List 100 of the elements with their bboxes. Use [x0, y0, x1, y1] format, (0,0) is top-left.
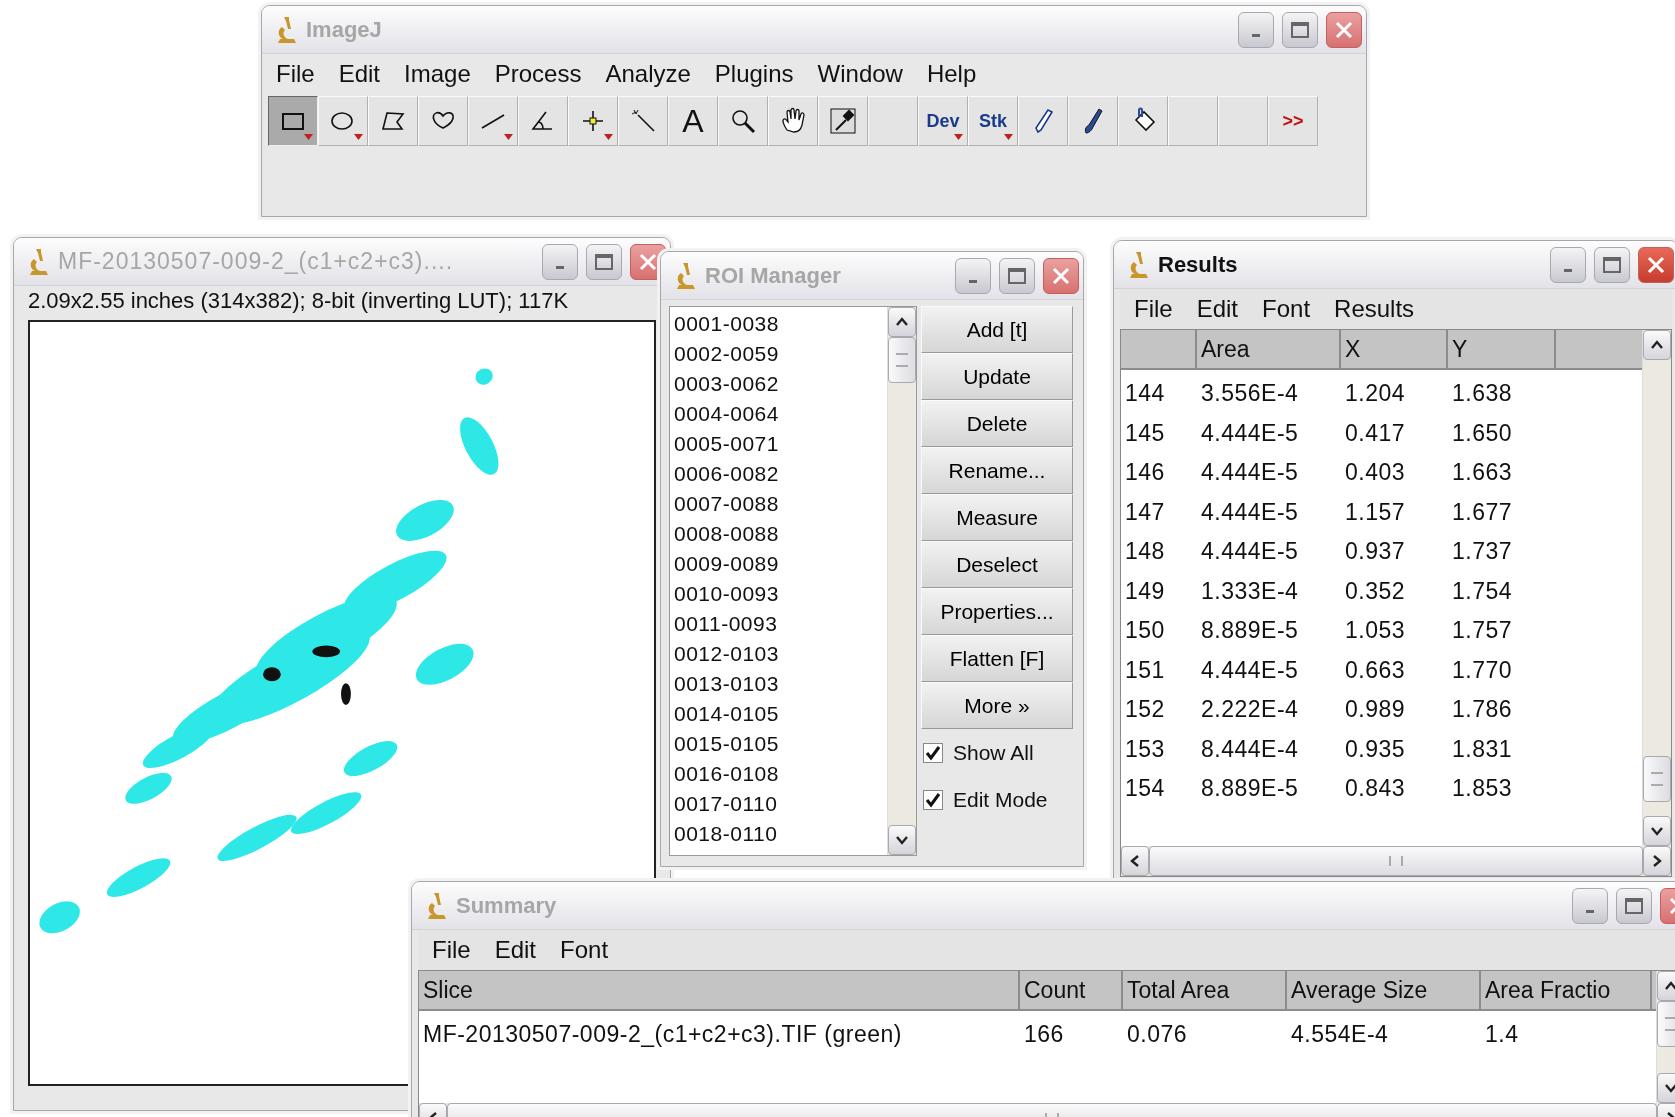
- roi-button[interactable]: Measure: [921, 494, 1073, 541]
- table-cell-text: 150: [1124, 616, 1166, 645]
- list-item[interactable]: 0014-0105: [674, 699, 883, 729]
- table-cell-text: 8.444E-4: [1200, 734, 1300, 764]
- menu-item[interactable]: Edit: [494, 936, 537, 964]
- list-item[interactable]: 0017-0110: [674, 789, 883, 819]
- column-header[interactable]: Y: [1448, 330, 1556, 370]
- menu-item[interactable]: Process: [494, 60, 582, 88]
- scroll-up-button[interactable]: [1643, 330, 1671, 360]
- table-cell-text: 1.663: [1451, 458, 1514, 487]
- roi-button[interactable]: More »: [921, 682, 1073, 729]
- menu-item[interactable]: File: [432, 936, 471, 964]
- table-cell-text: 145: [1124, 418, 1166, 448]
- scrollbar[interactable]: [887, 307, 916, 855]
- table-cell-text: 154: [1124, 774, 1166, 803]
- window-title: ImageJ: [306, 16, 382, 43]
- table-cell-text: 0.403: [1344, 458, 1407, 487]
- tool-button[interactable]: Stk: [968, 96, 1018, 146]
- window-title: Summary: [456, 892, 557, 919]
- list-item[interactable]: 0005-0071: [674, 429, 883, 459]
- list-item[interactable]: 0009-0089: [674, 549, 883, 579]
- list-item[interactable]: 0002-0059: [674, 339, 883, 369]
- column-header[interactable]: Slice: [419, 971, 1020, 1011]
- scroll-down-button[interactable]: [888, 825, 916, 855]
- list-item[interactable]: 0004-0064: [674, 399, 883, 429]
- list-item[interactable]: 0015-0105: [674, 729, 883, 759]
- image-info: 2.09x2.55 inches (314x382); 8-bit (inverting LUT); 117K: [27, 287, 570, 315]
- list-item[interactable]: 0003-0062: [674, 369, 883, 399]
- column-header[interactable]: Count: [1020, 971, 1123, 1011]
- menu-item[interactable]: Image: [404, 60, 471, 88]
- menu-item[interactable]: Edit: [338, 60, 381, 88]
- checkbox[interactable]: [923, 742, 943, 763]
- table-cell-text: 0.076: [1126, 1020, 1189, 1049]
- list-item[interactable]: 0012-0103: [674, 639, 883, 669]
- close-icon: [1647, 255, 1665, 274]
- maximize-button[interactable]: [586, 243, 622, 280]
- roi-button[interactable]: Add [t]: [921, 306, 1073, 353]
- scroll-down-button[interactable]: [1643, 816, 1671, 846]
- scroll-left-button[interactable]: [1121, 846, 1149, 876]
- menu-item[interactable]: File: [1134, 295, 1173, 323]
- checkbox[interactable]: [923, 789, 943, 810]
- roi-button[interactable]: Delete: [921, 400, 1073, 447]
- maximize-button[interactable]: [999, 257, 1035, 294]
- menu-item[interactable]: Edit: [1196, 295, 1239, 323]
- tool-button[interactable]: >>: [1268, 96, 1318, 146]
- table-cell-text: 8.889E-5: [1200, 616, 1300, 645]
- caret-icon: [604, 134, 613, 140]
- menu-item[interactable]: Plugins: [714, 60, 794, 88]
- maximize-button[interactable]: [1594, 246, 1630, 283]
- close-button[interactable]: [1326, 11, 1362, 48]
- table-cell-text: 8.889E-5: [1200, 774, 1300, 803]
- tool-button[interactable]: A: [668, 96, 718, 146]
- list-item[interactable]: 0018-0110: [674, 819, 883, 849]
- menu-item[interactable]: Analyze: [605, 60, 691, 88]
- list-item[interactable]: 0006-0082: [674, 459, 883, 489]
- roi-button[interactable]: Flatten [F]: [921, 635, 1073, 682]
- table-cell-text: 0.989: [1344, 695, 1407, 724]
- close-button[interactable]: [1043, 257, 1079, 294]
- list-item[interactable]: 0013-0103: [674, 669, 883, 699]
- column-header[interactable]: Area Fractio: [1481, 971, 1652, 1011]
- roi-button[interactable]: Rename...: [921, 447, 1073, 494]
- list-item[interactable]: 0007-0088: [674, 489, 883, 519]
- maximize-button[interactable]: [1616, 887, 1652, 924]
- column-header[interactable]: Area: [1197, 330, 1341, 370]
- tool-button[interactable]: Dev: [918, 96, 968, 146]
- table-cell-text: 1.677: [1451, 497, 1514, 527]
- roi-button[interactable]: Update: [921, 353, 1073, 400]
- list-item[interactable]: 0011-0093: [674, 609, 883, 639]
- column-header[interactable]: Average Size: [1287, 971, 1481, 1011]
- list-item[interactable]: 0001-0038: [674, 309, 883, 339]
- roi-button[interactable]: Properties...: [921, 588, 1073, 635]
- caret-icon: [1004, 134, 1013, 140]
- scroll-right-button[interactable]: [1643, 846, 1671, 876]
- menu-item[interactable]: Font: [1262, 295, 1311, 323]
- menu-item[interactable]: Font: [560, 936, 609, 964]
- table-cell-text: 1.157: [1344, 497, 1407, 527]
- table-cell-text: 4.554E-4: [1290, 1020, 1390, 1049]
- caret-icon: [504, 134, 513, 140]
- scrollbar-thumb[interactable]: [888, 337, 916, 383]
- menu-item[interactable]: Window: [817, 60, 903, 88]
- minimize-icon: [1564, 269, 1572, 272]
- list-item[interactable]: 0016-0108: [674, 759, 883, 789]
- table-cell-text: 4.444E-5: [1200, 537, 1300, 566]
- menu-item[interactable]: File: [276, 60, 315, 88]
- window-title: ROI Manager: [705, 262, 841, 289]
- list-item[interactable]: 0010-0093: [674, 579, 883, 609]
- list-item[interactable]: 0008-0088: [674, 519, 883, 549]
- table-cell-text: 0.843: [1344, 774, 1407, 803]
- scrollbar[interactable]: [1642, 330, 1671, 846]
- menu-item[interactable]: Help: [926, 60, 977, 88]
- scroll-up-button[interactable]: [888, 307, 916, 337]
- menu-item[interactable]: Results: [1334, 295, 1415, 323]
- checkmark-icon: [924, 743, 942, 762]
- tool-button[interactable]: [268, 96, 318, 146]
- close-button[interactable]: [1638, 246, 1674, 283]
- column-header[interactable]: X: [1341, 330, 1448, 370]
- scrollbar-thumb[interactable]: [1643, 756, 1671, 802]
- maximize-button[interactable]: [1282, 11, 1318, 48]
- roi-button[interactable]: Deselect: [921, 541, 1073, 588]
- column-header[interactable]: Total Area: [1123, 971, 1287, 1011]
